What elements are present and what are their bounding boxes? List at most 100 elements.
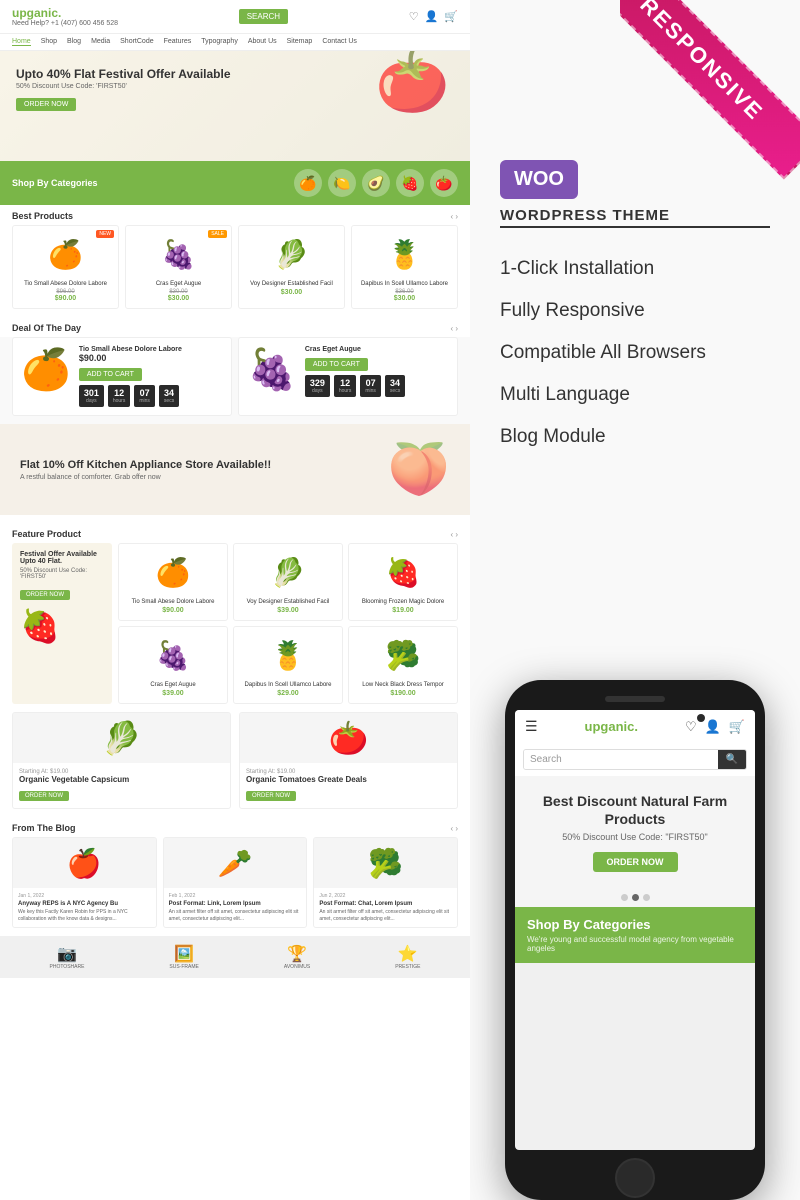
nav-shop[interactable]: Shop (41, 38, 57, 46)
product-image: 🍊 (19, 232, 112, 277)
blog-card[interactable]: 🍎 Jan 1, 2022 Anyway REPS is A NYC Agenc… (12, 837, 157, 928)
deal-timer-2: 329days 12hours 07mins 34secs (305, 375, 449, 397)
deal-card-1[interactable]: 🍊 Tio Small Abese Dolore Labore $90.00 A… (12, 337, 232, 416)
product-price: $90.00 (125, 607, 221, 614)
deal-card-2[interactable]: 🍇 Cras Eget Augue ADD TO CART 329days 12… (238, 337, 458, 416)
nav-typography[interactable]: Typography (201, 38, 238, 46)
feature-product-card[interactable]: 🍇 Cras Eget Augue $39.00 (118, 626, 228, 704)
feature-product-card[interactable]: 🥦 Low Neck Black Dress Tempor $190.00 (348, 626, 458, 704)
festival-btn[interactable]: ORDER NOW (20, 590, 70, 600)
phone-categories: Shop By Categories We're young and succe… (515, 907, 755, 963)
site-phone: Need Help? +1 (407) 600 456 528 (12, 20, 118, 27)
category-strawberry[interactable]: 🍓 (396, 169, 424, 197)
deal-nav[interactable]: ‹ › (450, 324, 458, 333)
phone-hero-title: Best Discount Natural Farm Products (527, 792, 743, 828)
nav-shortcode[interactable]: ShortCode (120, 38, 153, 46)
nav-blog[interactable]: Blog (67, 38, 81, 46)
blog-text: An sit armet filter off sit amet, consec… (169, 909, 302, 922)
footer-badge-1: 📷 PHOTOSHARE (50, 944, 85, 970)
categories-title: Shop By Categories (12, 178, 98, 188)
website-preview: upganic. Need Help? +1 (407) 600 456 528… (0, 0, 470, 1200)
category-icons: 🍊 🍋 🥑 🍓 🍅 (294, 169, 458, 197)
phone-categories-sub: We're young and successful model agency … (527, 935, 743, 953)
product-price: $90.00 (19, 295, 112, 302)
blog-header: From The Blog ‹ › (0, 817, 470, 837)
blog-image: 🥦 (314, 838, 457, 888)
nav-about[interactable]: About Us (248, 38, 277, 46)
phone-outer: ☰ upganic. ♡ 👤 🛒 Search 🔍 (505, 680, 765, 1200)
product-price: $39.00 (240, 607, 336, 614)
product-card[interactable]: 🍍 Dapibus In Scell Ullamco Labore $36.00… (351, 225, 458, 309)
hero-image: 🍅 (375, 51, 450, 117)
best-products-nav[interactable]: ‹ › (450, 212, 458, 221)
deal-image: 🍇 (247, 346, 297, 407)
deal-price: $90.00 (79, 353, 223, 363)
product-name: Blooming Frozen Magic Dolore (355, 599, 451, 605)
blog-section: 🍎 Jan 1, 2022 Anyway REPS is A NYC Agenc… (0, 837, 470, 936)
dot-1[interactable] (621, 894, 628, 901)
footer-badge-2: 🖼️ SUS·FRAME (169, 944, 198, 970)
blog-text: An sit armet filter off sit amet, consec… (319, 909, 452, 922)
feature-products-title: Feature Product (12, 529, 81, 539)
account-icon: 👤 (425, 10, 439, 23)
feature-item-2: Fully Responsive (500, 290, 770, 332)
nav-contact[interactable]: Contact Us (322, 38, 357, 46)
wishlist-icon: ♡ (409, 10, 419, 23)
product-price: $30.00 (358, 295, 451, 302)
badge-name: PHOTOSHARE (50, 964, 85, 970)
product-card[interactable]: 🍊 Tio Small Abese Dolore Labore $96.00 $… (12, 225, 119, 309)
hero-order-btn[interactable]: ORDER NOW (16, 98, 76, 111)
phone-wishlist-icon[interactable]: ♡ (685, 719, 697, 735)
organic-card-1[interactable]: 🥬 Starting At: $19.00 Organic Vegetable … (12, 712, 231, 809)
phone-menu-icon[interactable]: ☰ (525, 718, 538, 735)
product-name: Dapibus In Scell Ullamco Labore (240, 682, 336, 688)
add-to-cart-btn[interactable]: ADD TO CART (305, 358, 368, 371)
dot-2[interactable] (632, 894, 639, 901)
organic-card-2[interactable]: 🍅 Starting At: $19.00 Organic Tomatoes G… (239, 712, 458, 809)
promo-banner: Flat 10% Off Kitchen Appliance Store Ava… (0, 424, 470, 515)
product-name: Tio Small Abese Dolore Labore (125, 599, 221, 605)
product-price: $39.00 (125, 690, 221, 697)
category-lemon[interactable]: 🍋 (328, 169, 356, 197)
badge-icon: 🏆 (284, 944, 310, 964)
feature-product-card[interactable]: 🥬 Voy Designer Established Facil $39.00 (233, 543, 343, 621)
blog-nav[interactable]: ‹ › (450, 824, 458, 833)
organic-order-btn[interactable]: ORDER NOW (246, 791, 296, 801)
feature-product-card[interactable]: 🍓 Blooming Frozen Magic Dolore $19.00 (348, 543, 458, 621)
site-search-btn[interactable]: SEARCH (239, 9, 288, 24)
product-card[interactable]: 🍇 Cras Eget Augue $30.00 $30.00 SALE (125, 225, 232, 309)
feature-products-header: Feature Product ‹ › (0, 523, 470, 543)
nav-features[interactable]: Features (164, 38, 192, 46)
nav-media[interactable]: Media (91, 38, 110, 46)
product-name: Voy Designer Established Facil (245, 281, 338, 287)
phone-hero-sub: 50% Discount Use Code: "FIRST50" (527, 832, 743, 842)
feature-nav[interactable]: ‹ › (450, 530, 458, 539)
blog-card[interactable]: 🥕 Feb 1, 2022 Post Format: Link, Lorem I… (163, 837, 308, 928)
blog-card[interactable]: 🥦 Jun 2, 2022 Post Format: Chat, Lorem I… (313, 837, 458, 928)
nav-home[interactable]: Home (12, 38, 31, 46)
category-avocado[interactable]: 🥑 (362, 169, 390, 197)
product-card[interactable]: 🥬 Voy Designer Established Facil $30.00 (238, 225, 345, 309)
organic-order-btn[interactable]: ORDER NOW (19, 791, 69, 801)
phone-home-button[interactable] (615, 1158, 655, 1198)
organic-name: Organic Vegetable Capsicum (19, 775, 224, 784)
phone-account-icon[interactable]: 👤 (705, 719, 721, 735)
phone-categories-title: Shop By Categories (527, 917, 743, 932)
category-tomato[interactable]: 🍅 (430, 169, 458, 197)
phone-cart-icon[interactable]: 🛒 (729, 719, 745, 735)
organic-image: 🍅 (240, 713, 457, 763)
badge-name: PRESTIGE (395, 964, 420, 970)
product-name: Cras Eget Augue (125, 682, 221, 688)
deal-name: Cras Eget Augue (305, 346, 449, 353)
right-panel: RESPONSIVE WOO WORDPRESS THEME 1-Click I… (470, 0, 800, 1200)
feature-product-card[interactable]: 🍍 Dapibus In Scell Ullamco Labore $29.00 (233, 626, 343, 704)
product-image: 🍇 (132, 232, 225, 277)
phone-search-placeholder[interactable]: Search (524, 750, 718, 769)
category-orange[interactable]: 🍊 (294, 169, 322, 197)
feature-product-card[interactable]: 🍊 Tio Small Abese Dolore Labore $90.00 (118, 543, 228, 621)
nav-sitemap[interactable]: Sitemap (287, 38, 313, 46)
add-to-cart-btn[interactable]: ADD TO CART (79, 368, 142, 381)
phone-order-btn[interactable]: ORDER NOW (593, 852, 678, 872)
dot-3[interactable] (643, 894, 650, 901)
phone-search-btn[interactable]: 🔍 (718, 750, 746, 769)
